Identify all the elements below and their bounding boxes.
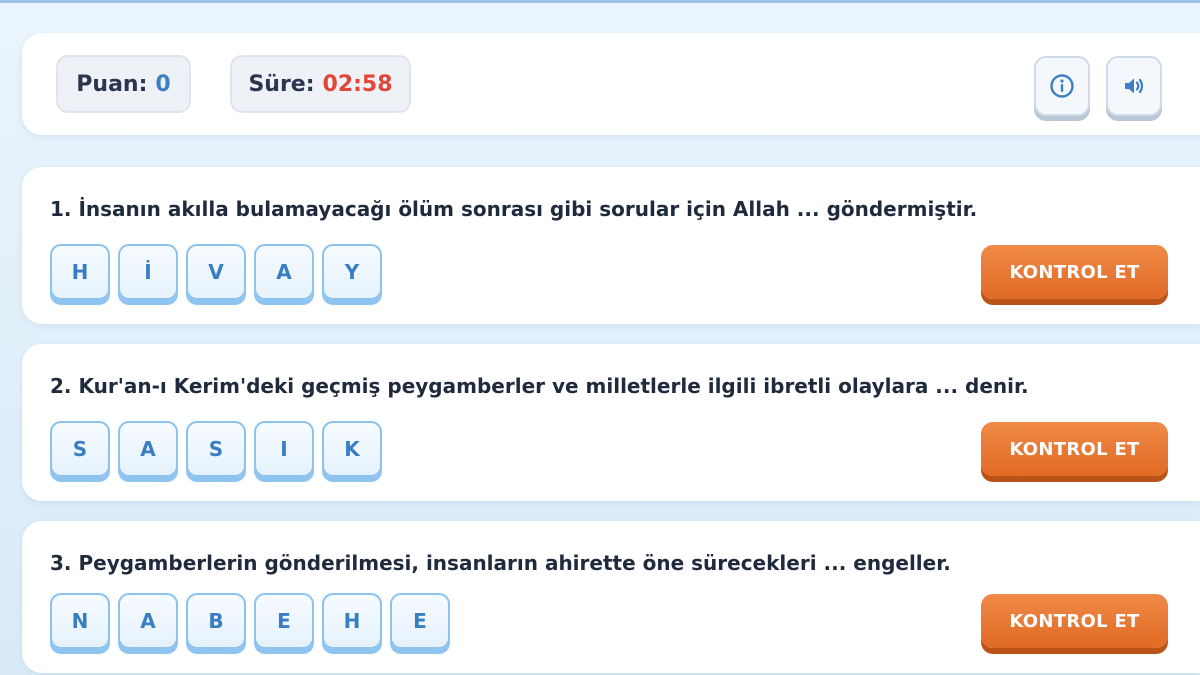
letter-tile[interactable]: Y — [322, 244, 382, 300]
letter-tile[interactable]: B — [186, 593, 246, 649]
letter-tile[interactable]: H — [50, 244, 110, 300]
speaker-icon — [1125, 78, 1144, 94]
timer-label: Süre: — [248, 71, 315, 97]
letter-tiles: N A B E H E — [50, 593, 450, 649]
question-text: 3. Peygamberlerin gönderilmesi, insanlar… — [50, 551, 951, 575]
check-button[interactable]: KONTROL ET — [981, 594, 1168, 648]
score-display: Puan: 0 — [56, 55, 191, 113]
letter-tile[interactable]: I — [254, 421, 314, 477]
letter-tile[interactable]: N — [50, 593, 110, 649]
sound-button[interactable] — [1106, 56, 1162, 116]
letter-tiles: S A S I K — [50, 421, 382, 477]
letter-tile[interactable]: K — [322, 421, 382, 477]
info-icon — [1050, 74, 1074, 98]
letter-tile[interactable]: V — [186, 244, 246, 300]
question-card-1: 1. İnsanın akılla bulamayacağı ölüm sonr… — [22, 167, 1200, 324]
letter-tile[interactable]: İ — [118, 244, 178, 300]
letter-tile[interactable]: S — [50, 421, 110, 477]
letter-tiles: H İ V A Y — [50, 244, 382, 300]
score-label: Puan: — [76, 71, 148, 97]
letter-tile[interactable]: A — [254, 244, 314, 300]
timer-value: 02:58 — [322, 71, 393, 97]
question-text: 2. Kur'an-ı Kerim'deki geçmiş peygamberl… — [50, 374, 1029, 398]
letter-tile[interactable]: A — [118, 421, 178, 477]
check-button[interactable]: KONTROL ET — [981, 245, 1168, 299]
game-header: Puan: 0 Süre: 02:58 — [22, 33, 1200, 135]
top-border — [0, 0, 1200, 3]
letter-tile[interactable]: H — [322, 593, 382, 649]
check-button[interactable]: KONTROL ET — [981, 422, 1168, 476]
question-card-2: 2. Kur'an-ı Kerim'deki geçmiş peygamberl… — [22, 344, 1200, 501]
timer-display: Süre: 02:58 — [230, 55, 411, 113]
info-button[interactable] — [1034, 56, 1090, 116]
letter-tile[interactable]: E — [390, 593, 450, 649]
score-value: 0 — [155, 71, 171, 97]
letter-tile[interactable]: A — [118, 593, 178, 649]
letter-tile[interactable]: E — [254, 593, 314, 649]
question-card-3: 3. Peygamberlerin gönderilmesi, insanlar… — [22, 521, 1200, 673]
letter-tile[interactable]: S — [186, 421, 246, 477]
question-text: 1. İnsanın akılla bulamayacağı ölüm sonr… — [50, 197, 978, 221]
